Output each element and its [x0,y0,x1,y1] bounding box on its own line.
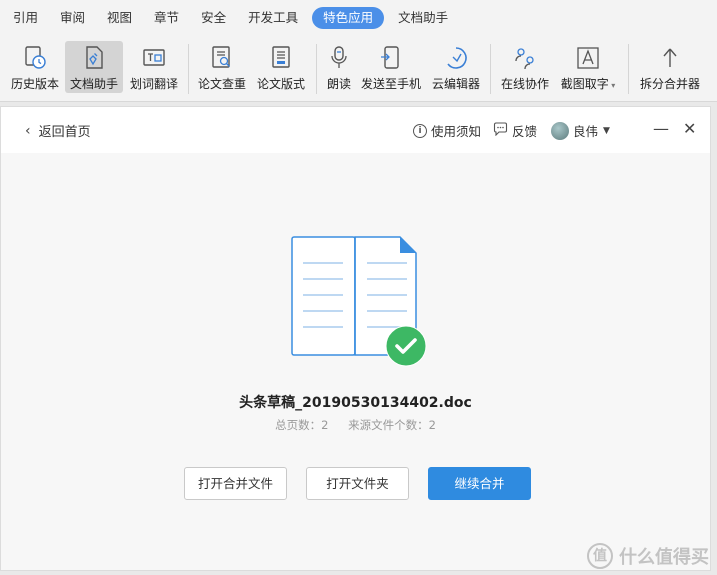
ribbon-separator [490,44,491,94]
ribbon-separator [316,44,317,94]
ribbon-label: 云编辑器 [431,77,480,91]
menu-bar: 引用 审阅 视图 章节 安全 开发工具 特色应用 文档助手 [0,0,717,36]
help-label: 使用须知 [431,124,482,139]
back-home-label: 返回首页 [38,125,91,140]
history-clock-icon [20,43,50,73]
source-file-count: 来源文件个数：2 [348,418,436,432]
total-pages: 总页数：2 [275,418,329,432]
site-watermark: 值 什么值得买 [587,543,709,569]
feedback-button[interactable]: 反馈 [493,121,537,140]
paper-format-icon [266,43,296,73]
phone-icon [376,43,406,73]
success-check-icon [385,325,427,367]
ribbon-label: 朗读 [326,77,351,91]
ribbon-label: 在线协作 [500,77,549,91]
ribbon-read-aloud[interactable]: 朗读 [321,41,357,93]
merge-stats: 总页数：2 来源文件个数：2 [1,417,710,433]
ribbon-paper-format[interactable]: 论文版式 [253,41,309,93]
chevron-left-icon: ‹ [25,122,31,139]
ribbon-label: 论文版式 [256,77,305,91]
avatar [551,121,569,140]
menu-featured-apps[interactable]: 特色应用 [312,7,385,29]
collaboration-icon [510,43,540,73]
watermark-badge: 值 [587,543,613,569]
merge-result-dialog: ‹ 返回首页 i 使用须知 反馈 良伟 ▼ — ✕ 头条草稿_201905301… [0,106,711,571]
close-button[interactable]: ✕ [683,119,696,138]
minimize-button[interactable]: — [653,119,669,138]
menu-view[interactable]: 视图 [96,7,143,29]
ribbon-screenshot-ocr[interactable]: 截图取字 ▾ [557,41,619,93]
ribbon-label: 划词翻译 [129,77,178,91]
menu-doc-assistant[interactable]: 文档助手 [387,7,459,29]
ribbon-label: 文档助手 [69,77,118,91]
watermark-text: 什么值得买 [619,547,709,568]
ribbon-paper-check[interactable]: 论文查重 [194,41,250,93]
menu-review[interactable]: 审阅 [49,7,96,29]
ribbon-label: 历史版本 [10,77,59,91]
paper-check-icon [207,43,237,73]
info-icon: i [413,123,427,138]
translate-icon [139,43,169,73]
back-home-button[interactable]: ‹ 返回首页 [25,121,91,141]
menu-security[interactable]: 安全 [190,7,237,29]
ribbon-separator [188,44,189,94]
ribbon-label: 发送至手机 [360,77,421,91]
menu-developer-tools[interactable]: 开发工具 [237,7,309,29]
ribbon-label: 论文查重 [197,77,246,91]
cloud-editor-icon [441,43,471,73]
menu-section[interactable]: 章节 [143,7,190,29]
doc-assistant-icon [79,43,109,73]
feedback-label: 反馈 [512,124,538,139]
ribbon-history-version[interactable]: 历史版本 [6,41,64,93]
caret-down-icon: ▼ [603,125,610,136]
ribbon-label: 拆分合并器 [639,77,700,91]
screenshot-ocr-icon [573,43,603,73]
microphone-icon [324,43,354,73]
open-folder-button[interactable]: 打开文件夹 [306,467,409,500]
ribbon-send-to-phone[interactable]: 发送至手机 [358,41,424,93]
ribbon-word-translate[interactable]: 划词翻译 [126,41,182,93]
feedback-icon [493,122,508,139]
continue-merge-button[interactable]: 继续合并 [428,467,531,500]
help-button[interactable]: i 使用须知 [413,121,481,140]
dialog-header: ‹ 返回首页 i 使用须知 反馈 良伟 ▼ — ✕ [1,107,710,153]
ribbon-toolbar: 历史版本 文档助手 划词翻译 论文查重 论文版式 朗读 发送至手机 云编辑器 在… [0,36,717,102]
user-name: 良伟 [573,124,599,139]
merged-file-name: 头条草稿_20190530134402.doc [239,395,472,411]
ribbon-split-merge[interactable]: 拆分合并器 [635,41,705,93]
dropdown-caret-icon: ▾ [608,81,616,90]
ribbon-cloud-editor[interactable]: 云编辑器 [428,41,484,93]
menu-reference[interactable]: 引用 [2,7,49,29]
open-merged-file-button[interactable]: 打开合并文件 [184,467,287,500]
user-menu[interactable]: 良伟 ▼ [551,121,610,140]
ribbon-label: 截图取字 ▾ [560,77,616,91]
ribbon-doc-assistant[interactable]: 文档助手 [65,41,123,93]
ribbon-separator [628,44,629,94]
ribbon-online-collab[interactable]: 在线协作 [496,41,554,93]
split-merge-icon [655,43,685,73]
